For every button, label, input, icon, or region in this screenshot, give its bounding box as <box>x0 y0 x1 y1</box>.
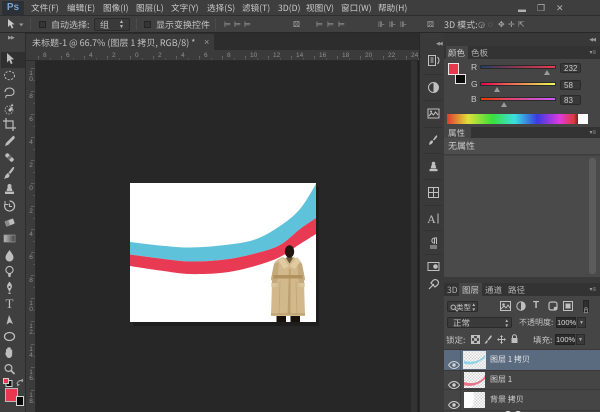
svg-text:A: A <box>427 212 436 225</box>
svg-text:T: T <box>6 297 14 310</box>
